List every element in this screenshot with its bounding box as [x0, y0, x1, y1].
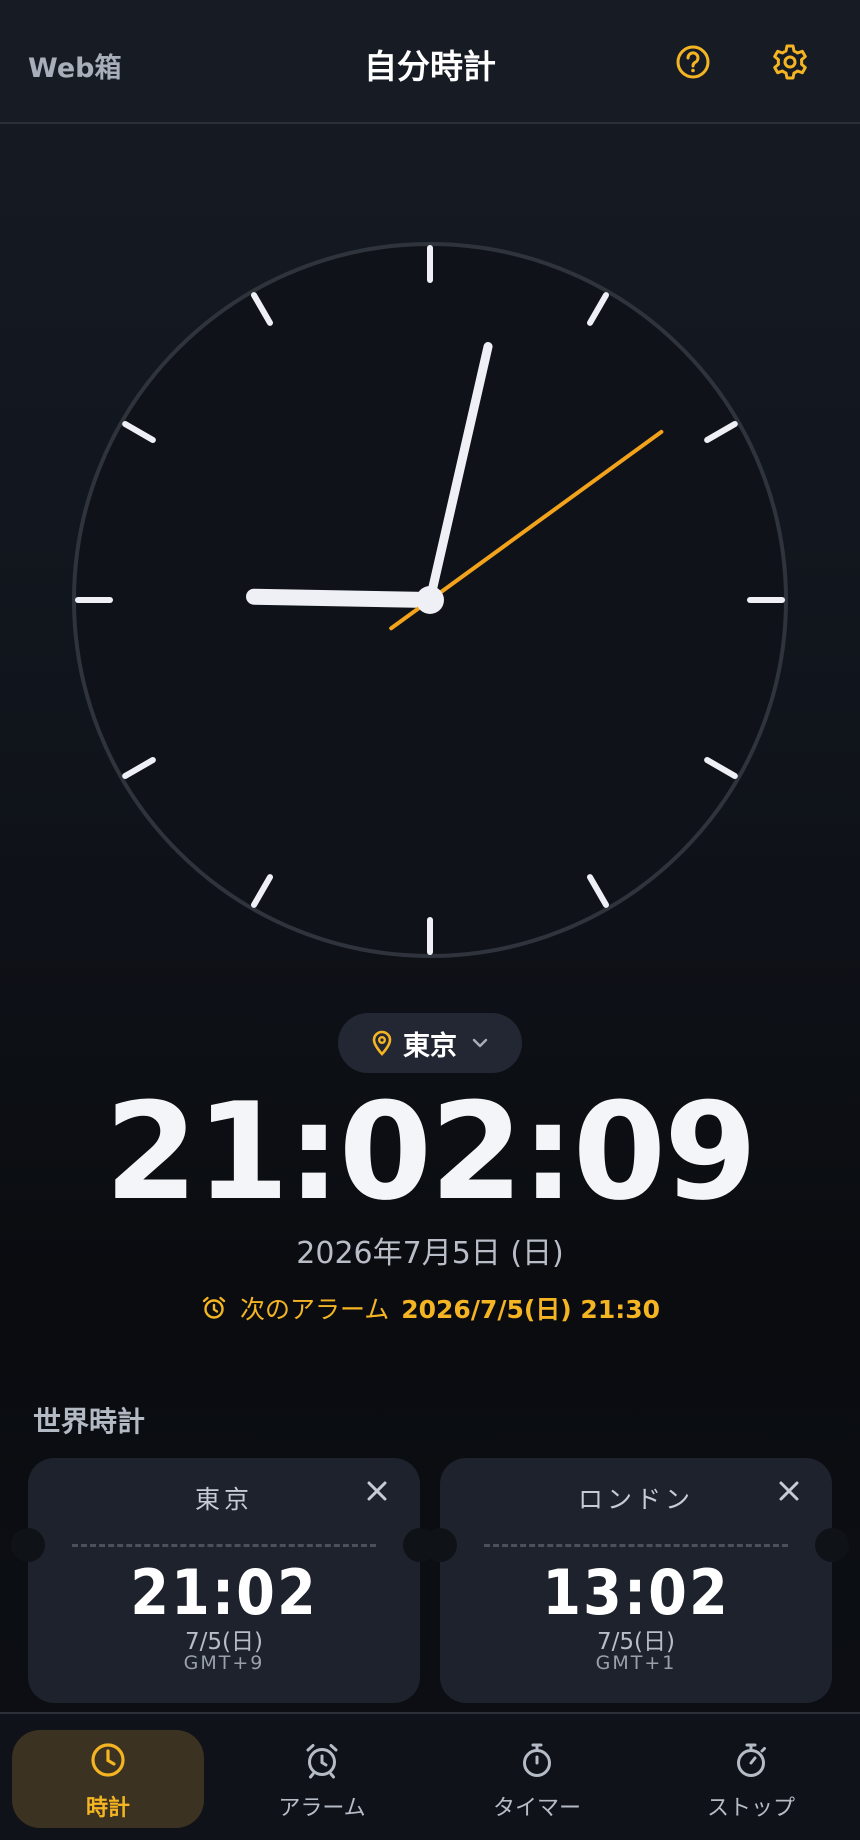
world-clock-date: 7/5(日): [597, 1629, 675, 1655]
world-clock-date: 7/5(日): [185, 1629, 263, 1655]
close-icon[interactable]: [362, 1476, 392, 1506]
current-date: 2026年7月5日 (日): [296, 1236, 564, 1271]
app-header: Web箱 自分時計: [0, 0, 860, 124]
next-alarm-time: 2026/7/5(日) 21:30: [401, 1295, 661, 1324]
world-clock-card[interactable]: ロンドン 13:02 7/5(日) GMT+1: [423, 1458, 849, 1703]
page-title: 自分時計: [364, 47, 496, 86]
city-selector-label: 東京: [403, 1030, 457, 1062]
card-divider: [72, 1544, 376, 1547]
digital-time: 21:02:09: [104, 1074, 758, 1230]
help-button[interactable]: [669, 38, 717, 86]
next-alarm-label: 次のアラーム: [239, 1295, 390, 1324]
analog-clock: [70, 240, 790, 960]
stopwatch-icon: [737, 1743, 766, 1777]
nav-tab-stopwatch[interactable]: ストップ: [655, 1730, 847, 1828]
alarm-clock-icon: [202, 1296, 226, 1319]
card-divider: [484, 1544, 788, 1547]
world-clock-card[interactable]: 東京 21:02 7/5(日) GMT+9: [11, 1458, 437, 1703]
city-selector[interactable]: 東京: [338, 1013, 522, 1073]
nav-label: 時計: [85, 1796, 130, 1821]
next-alarm[interactable]: 次のアラーム 2026/7/5(日) 21:30: [0, 1290, 860, 1326]
world-clock-time: 21:02: [130, 1556, 318, 1629]
clock-center-cap: [416, 586, 444, 614]
alarm-icon: [306, 1744, 338, 1779]
chevron-down-icon: [472, 1038, 488, 1048]
hour-hand: [246, 588, 438, 608]
bottom-nav: 時計 アラーム タイマー ストップ: [0, 1712, 860, 1840]
nav-tab-alarm[interactable]: アラーム: [226, 1730, 418, 1828]
settings-button[interactable]: [766, 38, 814, 86]
world-clock-gmt: GMT+9: [183, 1652, 265, 1674]
location-pin-icon: [372, 1030, 392, 1056]
world-clock-title: 世界時計: [33, 1405, 146, 1438]
nav-label: アラーム: [278, 1796, 366, 1821]
world-clock-gmt: GMT+1: [595, 1652, 677, 1674]
clock-icon: [91, 1743, 125, 1777]
world-clock-time: 13:02: [542, 1556, 730, 1629]
nav-tab-timer[interactable]: タイマー: [441, 1730, 633, 1828]
clock-face: [72, 242, 788, 958]
gear-icon: [773, 44, 807, 80]
help-icon: [676, 45, 710, 79]
nav-label: タイマー: [492, 1796, 581, 1821]
timer-icon: [523, 1743, 551, 1777]
nav-tab-clock[interactable]: 時計: [12, 1730, 204, 1828]
nav-label: ストップ: [706, 1796, 795, 1821]
close-icon[interactable]: [774, 1476, 804, 1506]
